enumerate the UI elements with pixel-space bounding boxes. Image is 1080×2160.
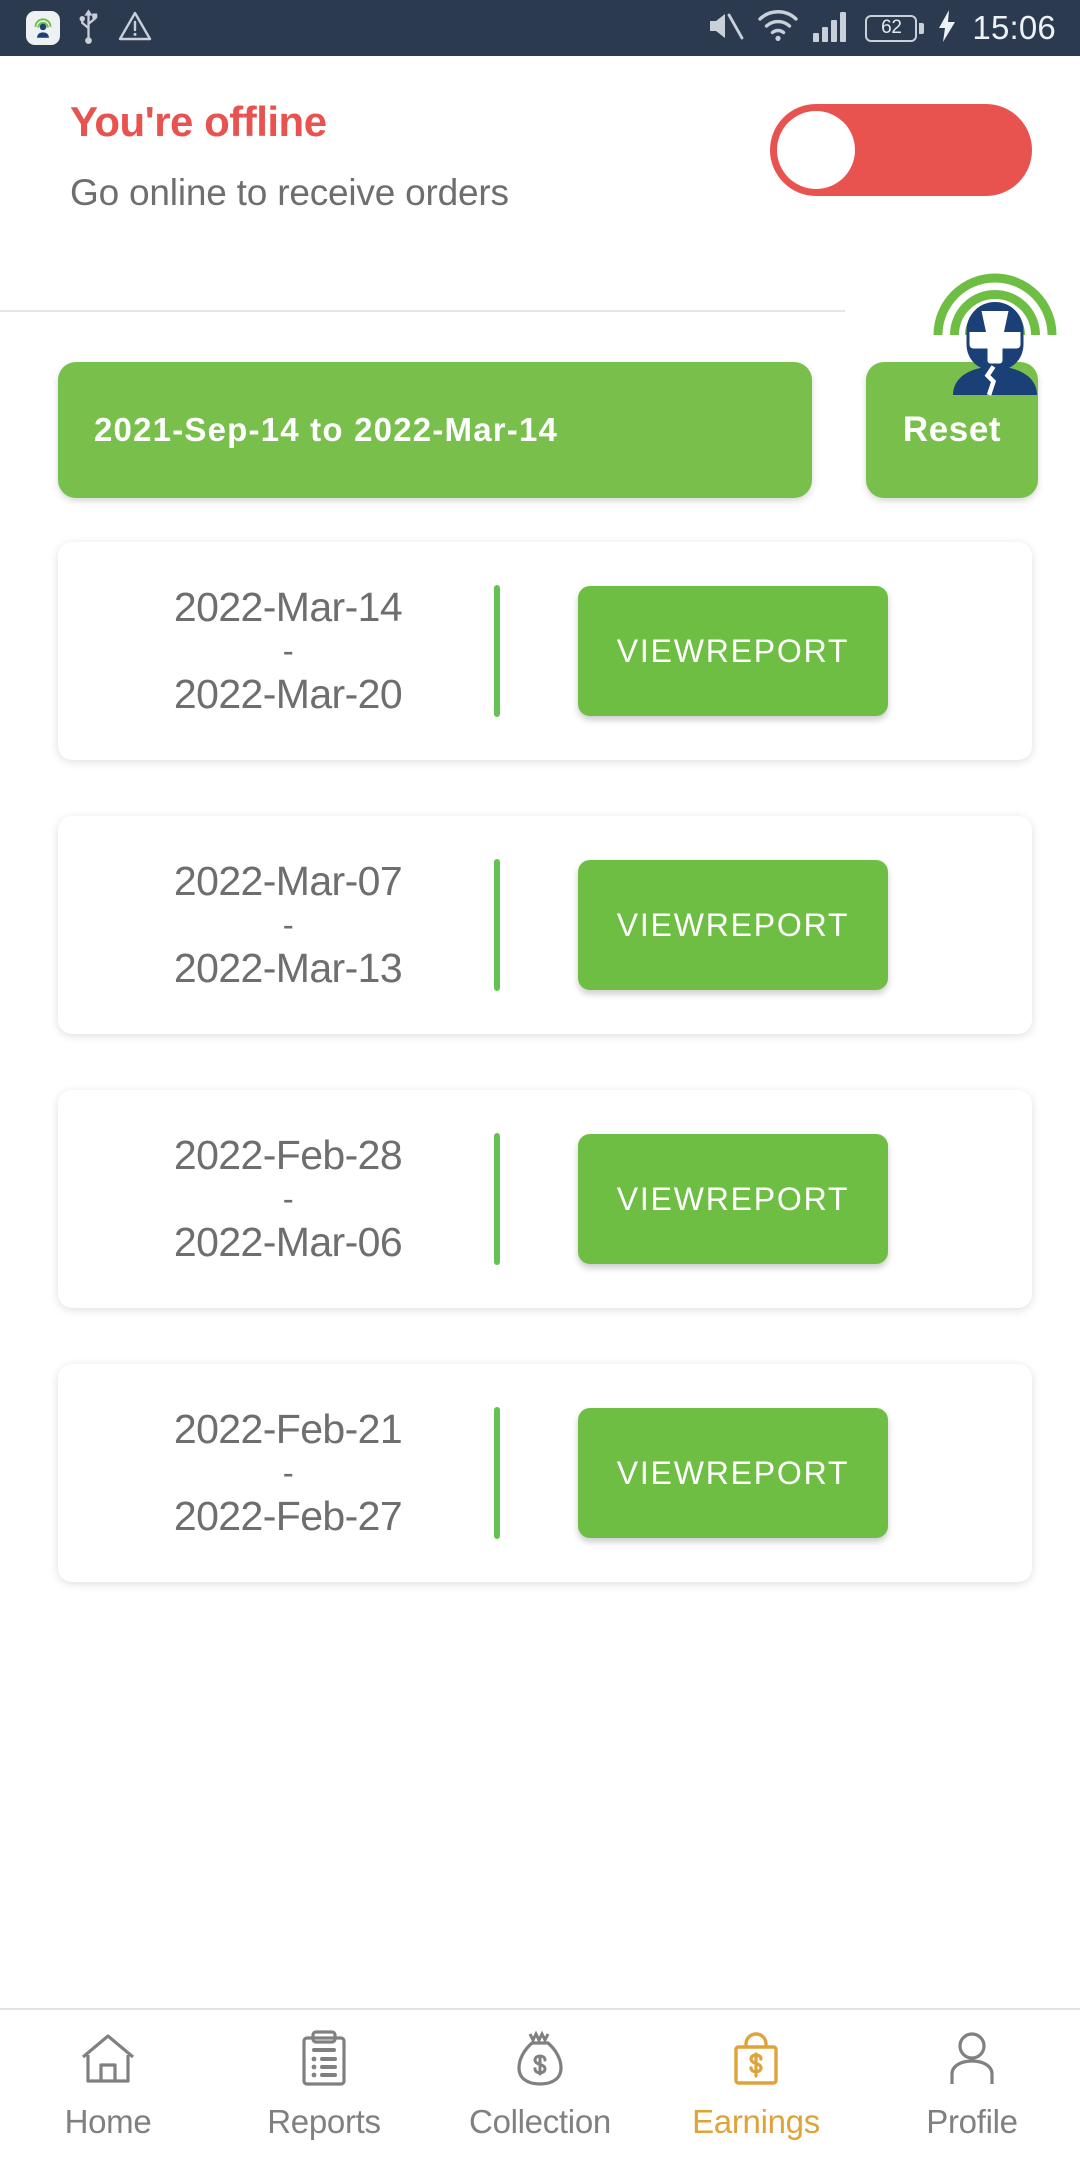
period-separator: - [282,905,294,943]
nav-label-reports: Reports [267,2102,381,2140]
rider-helmet-signal-icon [920,248,1070,398]
status-bar-clock: 15:06 [972,9,1056,46]
toggle-knob [777,111,855,189]
period-separator: - [282,631,294,669]
nav-item-home[interactable]: Home [0,2030,216,2141]
briefcase-dollar-icon [727,2030,785,2093]
nav-label-home: Home [64,2102,152,2140]
warning-triangle-icon [117,9,153,48]
clipboard-icon [296,2029,352,2093]
view-report-button[interactable]: VIEWREPORT [578,1408,888,1538]
view-report-button[interactable]: VIEWREPORT [578,1134,888,1264]
period-separator: - [282,1179,294,1217]
nav-item-reports[interactable]: Reports [216,2029,432,2141]
mute-icon [704,8,744,49]
table-row[interactable]: 2022-Mar-07 - 2022-Mar-13 VIEWREPORT [58,816,1032,1034]
period-separator: - [282,1453,294,1491]
online-status-toggle[interactable] [770,104,1032,196]
battery-level-label: 62 [865,14,918,42]
person-icon [945,2030,999,2093]
date-range-button[interactable]: 2021-Sep-14 to 2022-Mar-14 [58,362,812,498]
nav-item-earnings[interactable]: Earnings [648,2030,864,2141]
period-start: 2022-Feb-21 [173,1406,403,1453]
app-rider-badge-icon [26,11,60,45]
card-accent-divider [494,859,500,991]
nav-item-profile[interactable]: Profile [864,2030,1080,2141]
card-accent-divider [494,1407,500,1539]
table-row[interactable]: 2022-Mar-14 - 2022-Mar-20 VIEWREPORT [58,542,1032,760]
status-bar-left [26,7,153,50]
period-end: 2022-Mar-20 [173,671,403,718]
report-period: 2022-Feb-21 - 2022-Feb-27 [88,1403,488,1543]
battery-cap [919,22,925,34]
period-start: 2022-Feb-28 [173,1132,403,1179]
report-period: 2022-Mar-07 - 2022-Mar-13 [88,855,488,995]
report-card-list: 2022-Mar-14 - 2022-Mar-20 VIEWREPORT 202… [0,498,1080,1582]
offline-banner: You're offline Go online to receive orde… [0,56,1080,310]
wifi-icon [757,9,799,48]
period-end: 2022-Feb-27 [173,1493,403,1540]
signal-bars-icon [812,10,852,47]
period-end: 2022-Mar-13 [173,945,403,992]
usb-icon [76,7,101,50]
money-bag-icon [512,2030,568,2093]
nav-label-profile: Profile [926,2102,1018,2140]
view-report-button[interactable]: VIEWREPORT [578,860,888,990]
filter-row: 2021-Sep-14 to 2022-Mar-14 Reset [0,312,1080,498]
period-start: 2022-Mar-14 [173,584,403,631]
period-start: 2022-Mar-07 [173,858,403,905]
view-report-button[interactable]: VIEWREPORT [578,586,888,716]
status-bar-right: 62 15:06 [704,8,1056,49]
card-accent-divider [494,1133,500,1265]
charging-bolt-icon [937,9,957,48]
battery-indicator: 62 [865,14,925,42]
period-end: 2022-Mar-06 [173,1219,403,1266]
report-period: 2022-Feb-28 - 2022-Mar-06 [88,1129,488,1269]
home-icon [77,2030,139,2093]
card-accent-divider [494,585,500,717]
status-bar: 62 15:06 [0,0,1080,56]
bottom-navigation-bar: Home Reports Collection Earnings Profile [0,2008,1080,2160]
nav-label-collection: Collection [469,2102,611,2140]
table-row[interactable]: 2022-Feb-21 - 2022-Feb-27 VIEWREPORT [58,1364,1032,1582]
nav-item-collection[interactable]: Collection [432,2030,648,2141]
report-period: 2022-Mar-14 - 2022-Mar-20 [88,581,488,721]
table-row[interactable]: 2022-Feb-28 - 2022-Mar-06 VIEWREPORT [58,1090,1032,1308]
nav-label-earnings: Earnings [692,2102,820,2140]
